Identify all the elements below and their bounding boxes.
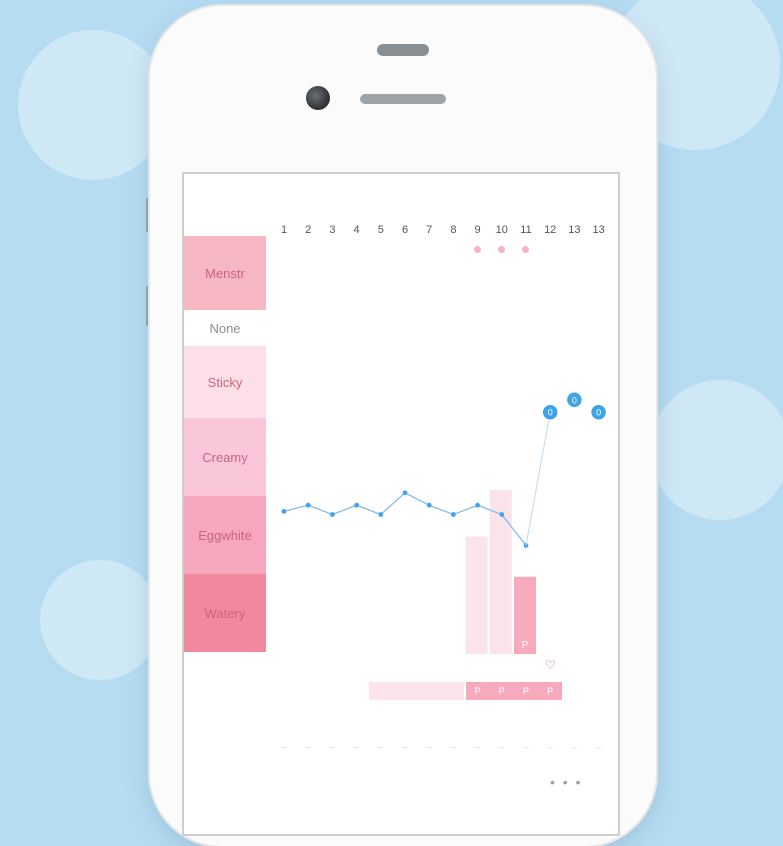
- cervical-bar: [465, 536, 488, 654]
- day-tick: –: [329, 742, 335, 752]
- day-tick: –: [475, 742, 481, 752]
- bbt-point[interactable]: [378, 512, 384, 517]
- bokeh-light: [650, 380, 783, 520]
- temp-marker-label: 0: [548, 408, 553, 418]
- day-tick: –: [426, 742, 432, 752]
- day-tick: –: [499, 742, 505, 752]
- more-options-button[interactable]: • • •: [550, 774, 582, 790]
- flow-cell[interactable]: P: [489, 682, 514, 700]
- bbt-point[interactable]: [475, 502, 480, 508]
- fertility-chart-screen: 1 2 3 4 5 6 7 8 9 10 11 12 13 13 Menstr None Sticky Crea…: [182, 172, 620, 836]
- flow-strip: [368, 682, 464, 700]
- bbt-rise-line: [525, 412, 551, 546]
- bokeh-light: [40, 560, 160, 680]
- day-tick: –: [354, 742, 360, 752]
- flow-cell[interactable]: P: [465, 682, 490, 700]
- photo-scene: 1 2 3 4 5 6 7 8 9 10 11 12 13 13 Menstr None Sticky Crea…: [0, 0, 783, 846]
- temp-marker-label: 0: [596, 408, 601, 418]
- day-tick: –: [378, 742, 384, 752]
- front-camera-icon: [306, 86, 330, 110]
- cervical-bar-label: P: [522, 640, 529, 651]
- day-tick: –: [596, 742, 602, 752]
- day-tick: –: [305, 742, 311, 752]
- day-tick: –: [281, 742, 287, 752]
- bbt-chart: 0 0 0 P ♡: [281, 391, 608, 672]
- flow-cell[interactable]: P: [514, 682, 538, 700]
- phone-speaker: [360, 94, 446, 104]
- bbt-line: [283, 492, 527, 546]
- bbt-point[interactable]: [330, 512, 335, 517]
- bbt-point[interactable]: [499, 512, 505, 517]
- bbt-point[interactable]: [281, 509, 287, 514]
- intercourse-heart-icon[interactable]: ♡: [545, 658, 556, 672]
- day-tick: –: [402, 742, 408, 752]
- bbt-point[interactable]: [354, 502, 359, 508]
- day-tick: –: [547, 742, 553, 752]
- day-tick: –: [571, 742, 577, 752]
- day-tick: –: [450, 742, 456, 752]
- bbt-point[interactable]: [426, 502, 432, 508]
- phone-earpiece: [377, 44, 429, 56]
- bbt-point[interactable]: [305, 502, 311, 508]
- day-tick: –: [523, 742, 529, 752]
- temp-marker-label: 0: [572, 395, 577, 405]
- bbt-point[interactable]: [402, 490, 408, 496]
- bbt-point[interactable]: [451, 512, 456, 517]
- flow-cell[interactable]: P: [538, 682, 563, 700]
- bokeh-light: [18, 30, 168, 180]
